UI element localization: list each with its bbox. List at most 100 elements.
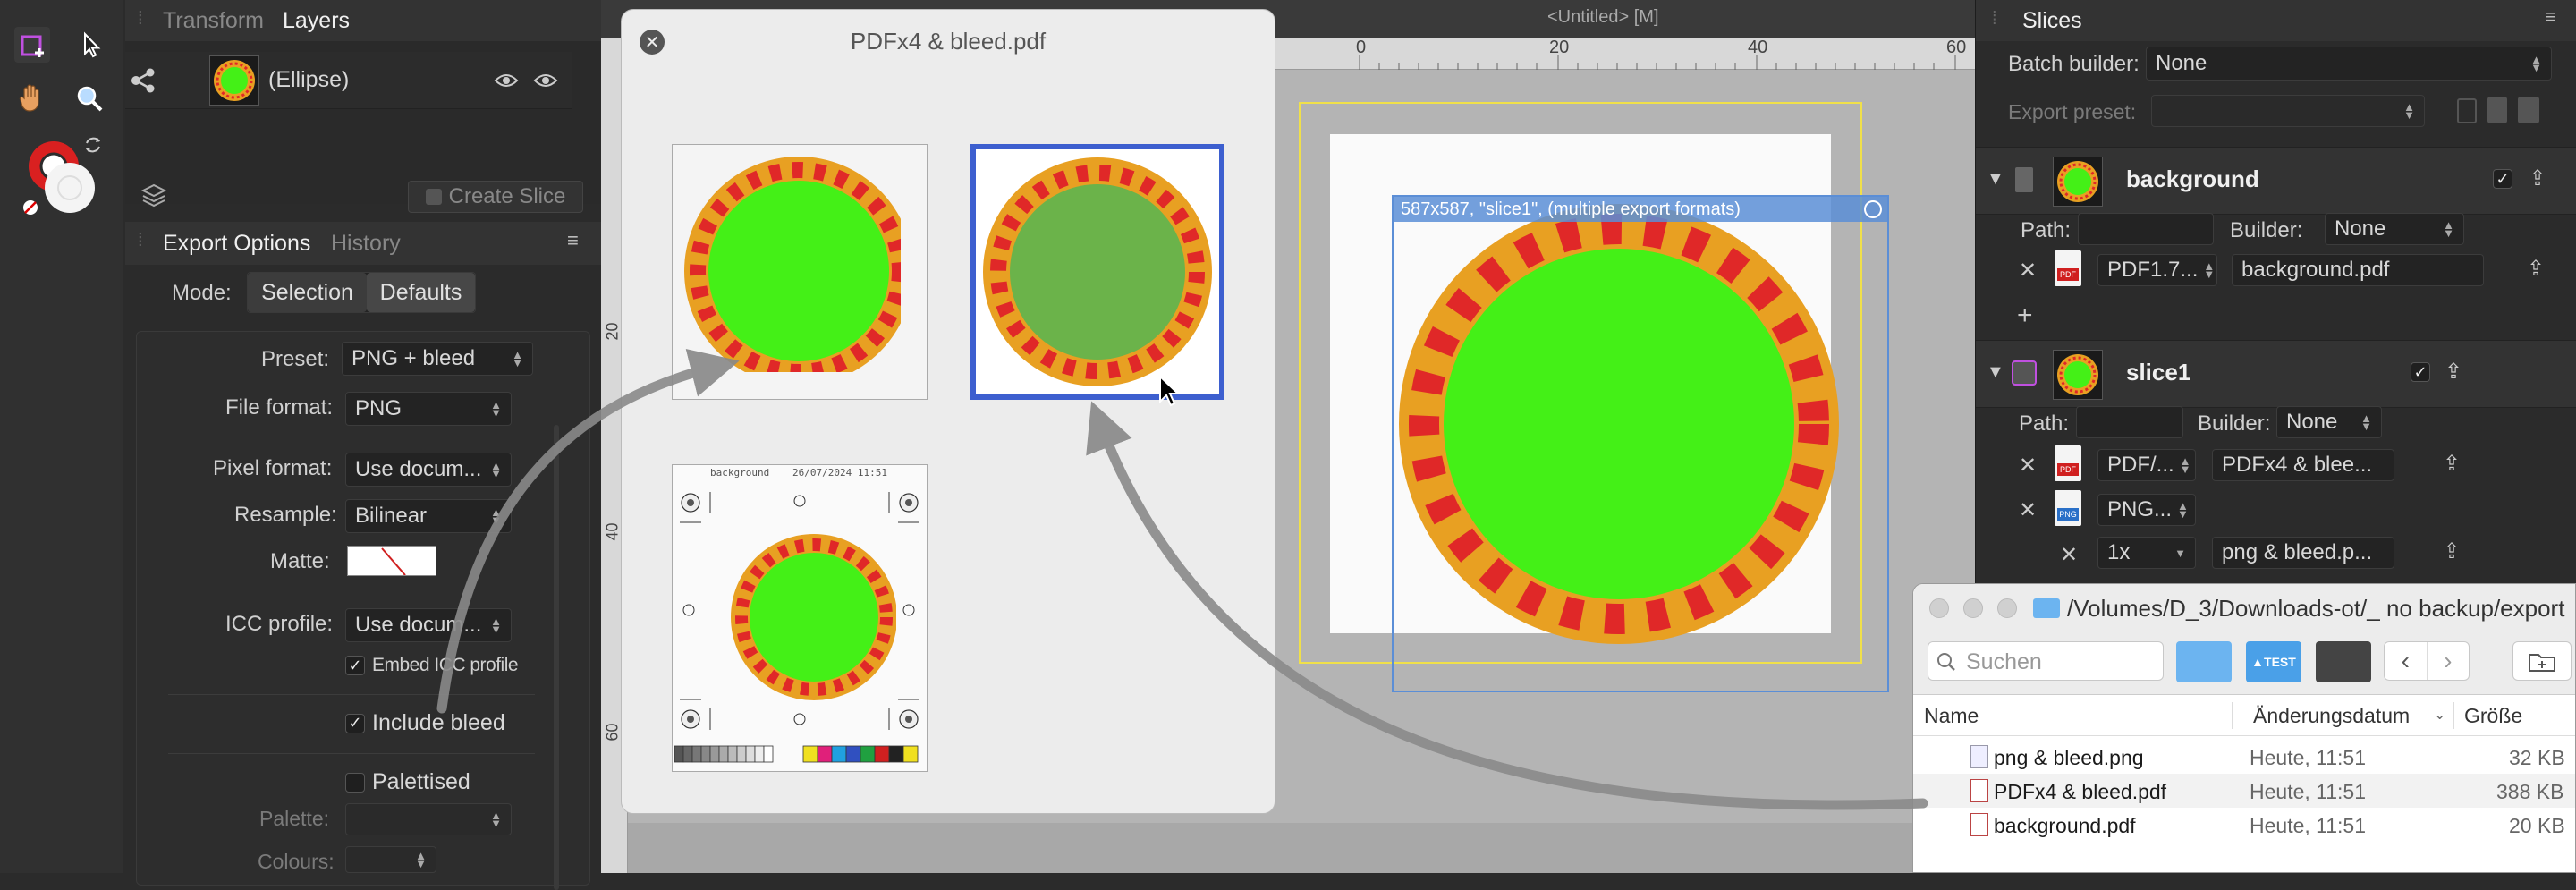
batch-builder-select[interactable]: None ▲ ▼	[2146, 47, 2552, 81]
remove-scale-icon[interactable]: ✕	[2060, 542, 2078, 568]
column-name[interactable]: Name	[1924, 704, 1979, 728]
palette-label: Palette:	[259, 807, 329, 830]
tab-history[interactable]: History	[331, 231, 401, 257]
move-tool-icon[interactable]	[75, 29, 107, 61]
slice-name[interactable]: background	[2126, 165, 2259, 193]
grip-icon[interactable]: ⁞	[138, 9, 143, 30]
palette-select: ▲ ▼	[345, 803, 512, 835]
path-field[interactable]	[2076, 406, 2183, 438]
stack-icon[interactable]	[140, 182, 168, 208]
swap-colors-icon[interactable]	[82, 134, 104, 156]
filename-field[interactable]: background.pdf	[2232, 254, 2484, 286]
minimize-window-icon[interactable]	[1963, 598, 1983, 618]
format-select[interactable]: PDF/... ▲ ▼	[2097, 449, 2196, 481]
pixel-format-select[interactable]: Use docum... ▲ ▼	[345, 453, 512, 487]
dark-folder-icon[interactable]	[2316, 641, 2371, 682]
slice-name[interactable]: slice1	[2126, 359, 2190, 386]
test-folder-icon[interactable]: ▲TEST	[2246, 641, 2301, 682]
zoom-window-icon[interactable]	[1997, 598, 2017, 618]
icc-profile-select[interactable]: Use docum... ▲ ▼	[345, 608, 512, 642]
remove-format-icon[interactable]: ✕	[2019, 453, 2037, 479]
filename-field[interactable]: png & bleed.p...	[2212, 537, 2394, 569]
grip-icon[interactable]: ⁞	[1992, 9, 1997, 30]
resample-select[interactable]: Bilinear ▲ ▼	[345, 499, 512, 533]
batch-builder-value: None	[2156, 51, 2207, 75]
slice-row-background[interactable]: ▼ background ✓ ⇪	[1976, 147, 2576, 215]
tab-transform[interactable]: Transform	[163, 8, 264, 34]
export-format-icon[interactable]: ⇪	[2443, 451, 2461, 477]
format-value: PNG...	[2107, 497, 2173, 521]
file-name: png & bleed.png	[1994, 746, 2144, 769]
file-format-select[interactable]: PNG ▲ ▼	[345, 392, 512, 426]
slice-handle-icon[interactable]	[1864, 200, 1882, 218]
disclosure-triangle-icon[interactable]: ▼	[1987, 169, 2004, 190]
embed-icc-checkbox[interactable]: ✓ Embed ICC profile	[345, 655, 519, 676]
column-date[interactable]: Änderungsdatum	[2253, 704, 2410, 728]
preset-select[interactable]: PNG + bleed ▲ ▼	[342, 342, 533, 376]
path-field[interactable]	[2078, 213, 2214, 245]
copy-preset-icon[interactable]	[2457, 98, 2477, 123]
slice-export-checkbox[interactable]: ✓	[2411, 362, 2430, 382]
layer-row[interactable]: (Ellipse)	[125, 52, 572, 109]
tab-slices[interactable]: Slices	[2022, 8, 2082, 34]
file-row[interactable]: PDFx4 & bleed.pdf Heute, 11:51 388 KB	[1913, 774, 2575, 808]
mode-selection-button[interactable]: Selection	[248, 273, 368, 312]
artboard-tool-icon[interactable]	[14, 27, 50, 63]
file-row[interactable]: png & bleed.png Heute, 11:51 32 KB	[1913, 740, 2575, 774]
sort-chevron-down-icon[interactable]: ⌄	[2434, 706, 2445, 724]
format-select[interactable]: PDF1.7... ▲ ▼	[2097, 254, 2217, 286]
add-format-icon[interactable]: +	[2017, 301, 2033, 331]
export-slice-icon[interactable]: ⇪	[2529, 165, 2546, 191]
export-format-icon[interactable]: ⇪	[2527, 256, 2545, 282]
share-icon[interactable]	[129, 66, 157, 95]
disclosure-triangle-icon[interactable]: ▼	[1987, 362, 2004, 383]
slice-export-checkbox[interactable]: ✓	[2493, 169, 2512, 189]
search-field[interactable]: Suchen	[1928, 641, 2164, 681]
matte-swatch[interactable]	[347, 546, 436, 576]
layer-name[interactable]: (Ellipse)	[268, 67, 349, 93]
page-thumbnail[interactable]	[672, 144, 928, 400]
hand-tool-icon[interactable]	[16, 81, 48, 114]
folder-shortcut-icon[interactable]	[2176, 641, 2232, 682]
filename-field[interactable]: PDFx4 & blee...	[2212, 449, 2394, 481]
add-preset-icon[interactable]	[2518, 97, 2539, 123]
remove-format-icon[interactable]: ✕	[2019, 258, 2037, 284]
export-format-icon[interactable]: ⇪	[2443, 538, 2461, 564]
preview-eye-icon[interactable]	[533, 70, 558, 91]
page-thumbnail-marks[interactable]: background 26/07/2024 11:51	[672, 464, 928, 772]
stepper-icon: ▲ ▼	[490, 459, 502, 480]
new-folder-button[interactable]	[2512, 641, 2572, 681]
create-slice-button[interactable]: Create Slice	[408, 181, 583, 213]
format-select[interactable]: PNG... ▲ ▼	[2097, 494, 2196, 526]
palettised-label: Palettised	[372, 769, 470, 794]
builder-select[interactable]: None ▲ ▼	[2325, 213, 2464, 245]
options-scrollbar[interactable]	[554, 425, 559, 890]
visibility-eye-icon[interactable]	[494, 70, 519, 91]
builder-value: None	[2334, 216, 2386, 241]
panel-menu-icon[interactable]: ≡	[567, 229, 579, 252]
format-value: PDF/...	[2107, 453, 2174, 477]
slice-row-slice1[interactable]: ▼ slice1 ✓ ⇪	[1976, 340, 2576, 408]
export-slice-icon[interactable]: ⇪	[2445, 359, 2462, 385]
column-size[interactable]: Größe	[2464, 704, 2522, 728]
zoom-tool-icon[interactable]	[73, 82, 106, 114]
tab-layers[interactable]: Layers	[283, 8, 350, 34]
column-divider	[2453, 702, 2454, 729]
close-window-icon[interactable]	[1929, 598, 1949, 618]
scale-select[interactable]: 1x ▼	[2097, 537, 2196, 569]
tab-export-options[interactable]: Export Options	[163, 231, 310, 257]
preset-label: Preset:	[261, 347, 330, 371]
builder-select[interactable]: None ▲ ▼	[2276, 406, 2382, 438]
remove-format-icon[interactable]: ✕	[2019, 497, 2037, 523]
include-bleed-checkbox[interactable]: ✓ Include bleed	[345, 710, 505, 736]
back-chevron-icon[interactable]: ‹	[2385, 642, 2428, 680]
mode-defaults-button[interactable]: Defaults	[367, 273, 475, 312]
panel-menu-icon[interactable]: ≡	[2545, 5, 2556, 29]
file-row[interactable]: background.pdf Heute, 11:51 20 KB	[1913, 808, 2575, 842]
slice-bounds[interactable]: 587x587, "slice1", (multiple export form…	[1392, 195, 1889, 692]
forward-chevron-icon[interactable]: ›	[2428, 642, 2470, 680]
paste-preset-icon[interactable]	[2487, 97, 2507, 123]
page-thumbnail-selected[interactable]	[970, 144, 1224, 400]
grip-icon[interactable]: ⁞	[138, 231, 143, 251]
palettised-checkbox[interactable]: Palettised	[345, 769, 470, 795]
